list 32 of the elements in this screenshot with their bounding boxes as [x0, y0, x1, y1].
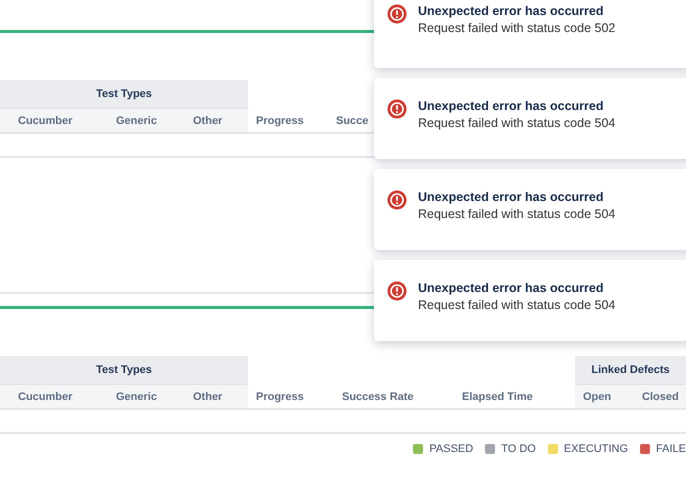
- column-header: Succe: [335, 114, 370, 128]
- toast-title: Unexpected error has occurred: [418, 281, 604, 295]
- column-header: Open: [575, 385, 630, 408]
- column-header: Elapsed Time: [461, 390, 534, 404]
- error-icon: [387, 99, 407, 119]
- error-icon: [387, 4, 407, 24]
- error-icon: [387, 281, 407, 301]
- column-group-header: Test Types: [0, 356, 248, 385]
- toast-message: Request failed with status code 504: [418, 116, 616, 130]
- legend-label: PASSED: [429, 443, 474, 455]
- column-header: Success Rate: [341, 390, 415, 404]
- column-group-header: Linked Defects: [575, 356, 686, 385]
- toast-title: Unexpected error has occurred: [418, 4, 604, 18]
- column-header: Generic: [100, 385, 180, 408]
- toast-title: Unexpected error has occurred: [418, 190, 604, 204]
- column-group-header: Test Types: [0, 80, 248, 109]
- legend-label: EXECUTING: [564, 443, 628, 455]
- legend-label: FAILE: [656, 443, 686, 455]
- column-header: Cucumber: [0, 385, 100, 408]
- toast-message: Request failed with status code 502: [418, 21, 616, 35]
- column-header: Progress: [255, 114, 305, 128]
- column-header: Cucumber: [0, 109, 100, 132]
- column-header: Other: [180, 109, 248, 132]
- error-icon: [387, 190, 407, 210]
- legend-label: TO DO: [501, 443, 536, 455]
- column-header: Progress: [255, 390, 305, 404]
- toast-title: Unexpected error has occurred: [418, 99, 604, 113]
- toast-message: Request failed with status code 504: [418, 298, 616, 312]
- column-header: Generic: [100, 109, 180, 132]
- toast-message: Request failed with status code 504: [418, 207, 616, 221]
- column-header: Other: [180, 385, 248, 408]
- column-header: Closed: [630, 385, 686, 408]
